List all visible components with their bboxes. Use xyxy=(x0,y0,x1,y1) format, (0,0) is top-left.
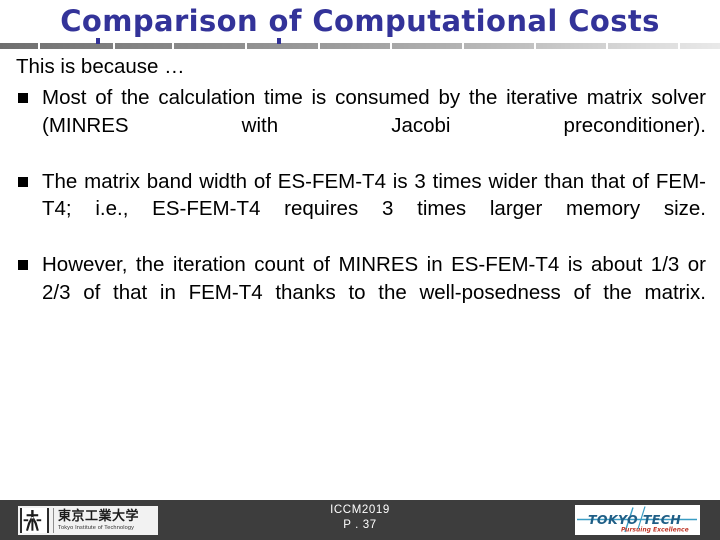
divider-tick xyxy=(678,43,680,49)
title-divider xyxy=(0,38,720,49)
square-bullet-icon xyxy=(18,93,28,103)
divider-tick xyxy=(534,43,536,49)
logo-wordmark-text: TOKYO TECH xyxy=(588,512,681,527)
tokyo-tech-japanese-logo: 東京工業大学 Tokyo Institute of Technology xyxy=(18,506,158,535)
divider-tick xyxy=(38,43,40,49)
divider-tick xyxy=(318,43,320,49)
logo-japanese-name: 東京工業大学 xyxy=(58,508,140,524)
divider-tick xyxy=(462,43,464,49)
logo-english-name: Tokyo Institute of Technology xyxy=(58,524,135,531)
divider-tick xyxy=(390,43,392,49)
slide-body: This is because … Most of the calculatio… xyxy=(16,54,706,335)
divider-tick xyxy=(606,43,608,49)
divider-accent xyxy=(277,38,281,44)
list-item: However, the iteration count of MINRES i… xyxy=(16,251,706,334)
tokyo-tech-wordmark-svg: TOKYO TECH Pursuing Excellence xyxy=(577,506,697,534)
list-item-text: Most of the calculation time is consumed… xyxy=(42,86,706,137)
divider-tick xyxy=(245,43,247,49)
logo-tagline-text: Pursuing Excellence xyxy=(621,527,689,534)
square-bullet-icon xyxy=(18,176,28,187)
list-item-text: The matrix band width of ES-FEM-T4 is 3 … xyxy=(42,169,706,221)
divider-accent xyxy=(96,38,100,44)
square-bullet-icon xyxy=(18,260,28,270)
divider-tick xyxy=(113,43,115,49)
tokyo-tech-wordmark-logo: TOKYO TECH Pursuing Excellence xyxy=(575,505,700,535)
divider-tick xyxy=(172,43,174,49)
bullet-list: Most of the calculation time is consumed… xyxy=(16,84,706,334)
list-item-text: However, the iteration count of MINRES i… xyxy=(42,253,706,304)
tokyo-tech-name-block: 東京工業大学 Tokyo Institute of Technology xyxy=(53,508,139,533)
page-title: Comparison of Computational Costs xyxy=(60,4,660,38)
list-item: Most of the calculation time is consumed… xyxy=(16,84,706,167)
tokyo-tech-crest-icon xyxy=(20,508,49,533)
list-item: The matrix band width of ES-FEM-T4 is 3 … xyxy=(16,168,706,251)
lead-text: This is because … xyxy=(16,55,185,78)
